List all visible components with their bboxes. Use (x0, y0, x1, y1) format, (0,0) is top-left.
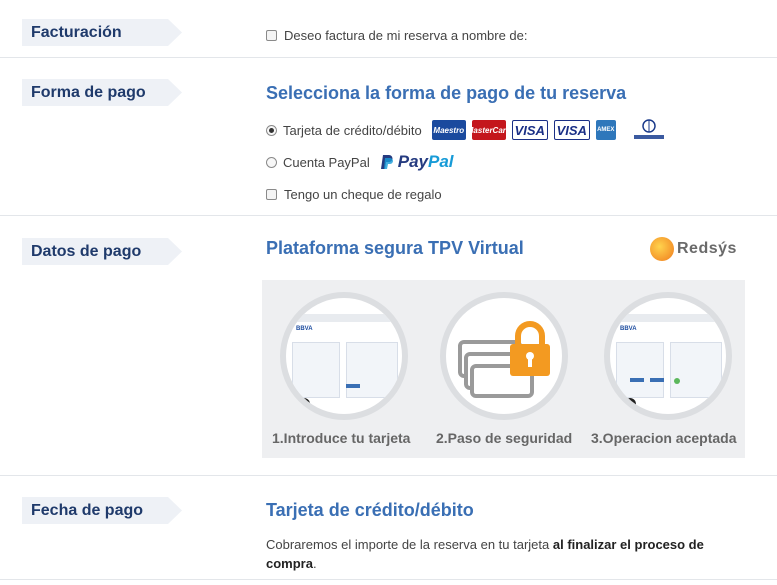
payment-option-card[interactable]: Tarjeta de crédito/débito Maestro Master… (266, 119, 666, 140)
invoice-checkbox-label: Deseo factura de mi reserva a nombre de: (284, 27, 528, 43)
diners-club-icon (631, 119, 666, 140)
forma-pago-section: Forma de pago Selecciona la forma de pag… (0, 58, 777, 216)
visa-icon: VISA (553, 120, 590, 140)
security-lock-icon (440, 292, 568, 420)
gift-voucher-row[interactable]: Tengo un cheque de regalo (266, 184, 666, 204)
fecha-pago-section: Fecha de pago Tarjeta de crédito/débito … (0, 476, 777, 580)
paypal-logo: Pay Pal (380, 152, 454, 172)
amex-icon: AMEX (595, 120, 616, 140)
gift-voucher-label: Tengo un cheque de regalo (284, 186, 442, 202)
facturacion-tag: Facturación (22, 19, 182, 46)
invoice-checkbox[interactable] (266, 29, 277, 41)
maestro-icon: Maestro (431, 120, 466, 140)
visa-electron-icon: VISA (511, 120, 548, 140)
fecha-pago-text: Cobraremos el importe de la reserva en t… (266, 537, 704, 571)
fecha-pago-tag: Fecha de pago (22, 497, 182, 524)
datos-pago-tag: Datos de pago (22, 238, 182, 265)
card-radio[interactable] (266, 124, 277, 136)
mastercard-icon: MasterCard (467, 120, 511, 140)
paypal-p-icon (380, 155, 393, 169)
redsys-sun-icon (650, 237, 674, 261)
gift-voucher-checkbox[interactable] (266, 188, 277, 200)
paypal-radio[interactable] (266, 156, 277, 168)
invoice-checkbox-row[interactable]: Deseo factura de mi reserva a nombre de: (266, 25, 528, 45)
facturacion-section: Facturación Deseo factura de mi reserva … (0, 0, 777, 58)
card-option-label: Tarjeta de crédito/débito (283, 122, 422, 138)
paypal-option-label: Cuenta PayPal (283, 154, 370, 170)
step1-caption: 1.Introduce tu tarjeta (272, 430, 411, 446)
redsys-logo: Redsýs (650, 237, 737, 261)
card-form-icon: BBVA (280, 292, 408, 420)
datos-pago-heading: Plataforma segura TPV Virtual (266, 238, 524, 258)
forma-pago-tag: Forma de pago (22, 79, 182, 106)
forma-pago-heading: Selecciona la forma de pago de tu reserv… (266, 83, 627, 103)
confirmation-form-icon: BBVA (604, 292, 732, 420)
tpv-steps-panel: BBVA 1.Introduce tu tarjeta 2.Paso de se… (262, 280, 745, 458)
fecha-pago-heading: Tarjeta de crédito/débito (266, 500, 474, 520)
payment-option-paypal[interactable]: Cuenta PayPal Pay Pal (266, 152, 666, 172)
step3-caption: 3.Operacion aceptada (591, 430, 737, 446)
step2-caption: 2.Paso de seguridad (436, 430, 573, 446)
